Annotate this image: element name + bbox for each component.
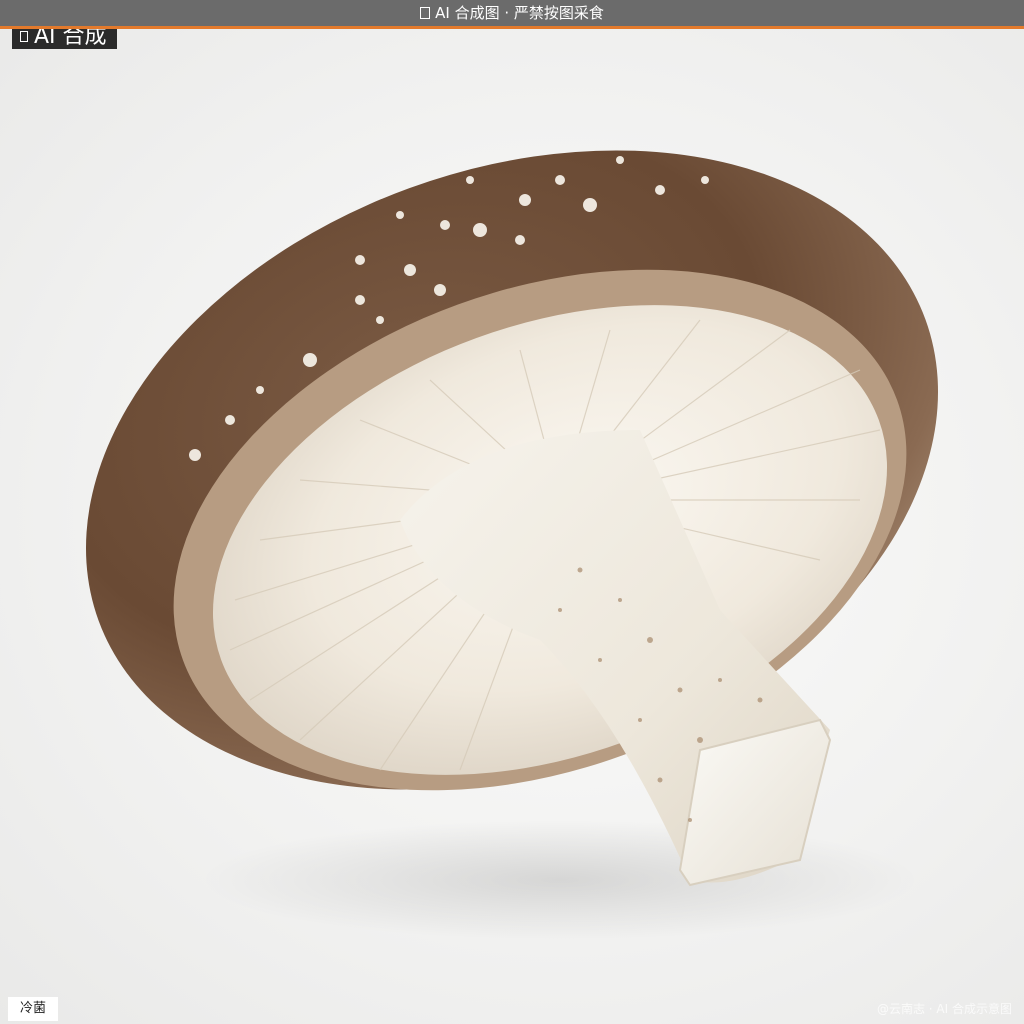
ai-badge: AI 合成 bbox=[12, 29, 117, 49]
species-caption: 冷菌 bbox=[8, 997, 59, 1021]
badge-text: AI 合成 bbox=[34, 29, 107, 49]
banner-text: AI 合成图 · 严禁按图采食 bbox=[435, 4, 604, 22]
ai-notice-icon bbox=[420, 7, 431, 19]
mushroom-illustration bbox=[85, 150, 939, 940]
image-canvas: AI 合成图 · 严禁按图采食 AI 合成 冷菌 @云南志 · AI 合成示意图 bbox=[0, 0, 1024, 1024]
ground-shadow bbox=[200, 820, 920, 940]
watermark: @云南志 · AI 合成示意图 bbox=[876, 1002, 1012, 1016]
ai-notice-banner: AI 合成图 · 严禁按图采食 bbox=[0, 0, 1024, 29]
ai-badge-icon bbox=[20, 31, 28, 42]
